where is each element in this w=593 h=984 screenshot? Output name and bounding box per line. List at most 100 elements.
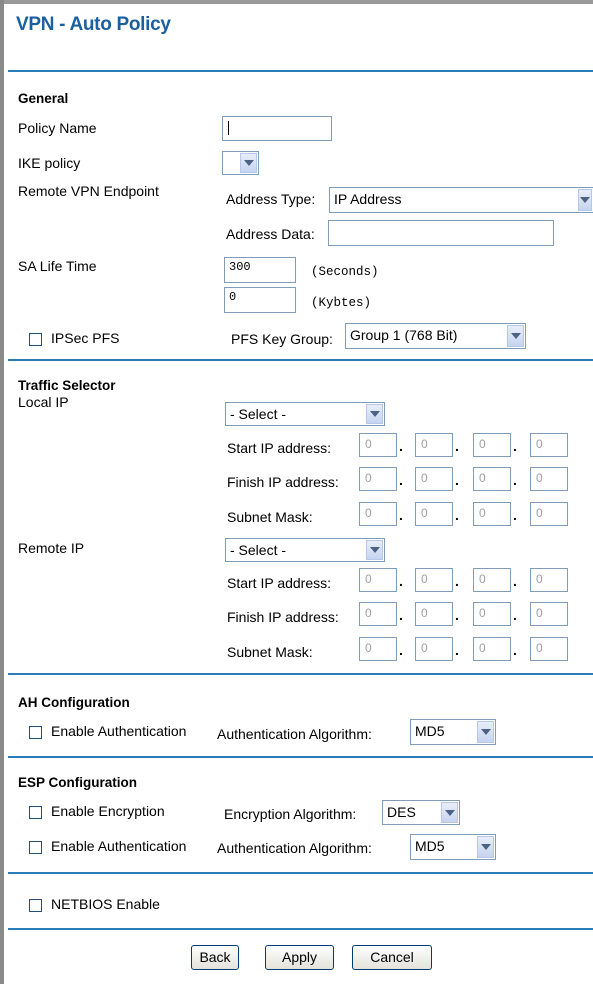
octet-separator: . (513, 573, 517, 589)
window-left-border (0, 0, 4, 984)
octet-separator: . (513, 472, 517, 488)
octet-separator: . (513, 642, 517, 658)
cancel-button[interactable]: Cancel (352, 945, 432, 970)
sa-life-time-label: SA Life Time (18, 258, 97, 274)
remote-finish-ip-octet-3[interactable]: 0 (473, 602, 511, 626)
ike-policy-select[interactable] (222, 151, 259, 175)
ah-enable-authentication-checkbox[interactable] (29, 726, 42, 739)
remote-start-ip-octet-1[interactable]: 0 (359, 568, 397, 592)
chevron-down-icon (578, 189, 592, 211)
text-caret (228, 121, 229, 135)
local-finish-ip-octet-3[interactable]: 0 (473, 467, 511, 491)
esp-encryption-algorithm-value: DES (387, 804, 416, 820)
address-data-input[interactable] (328, 220, 554, 246)
section-heading-general: General (18, 91, 69, 106)
policy-name-input[interactable] (222, 116, 332, 141)
octet-separator: . (399, 573, 403, 589)
sa-seconds-input[interactable]: 300 (224, 257, 296, 283)
remote-start-ip-label: Start IP address: (227, 575, 332, 591)
local-subnet-mask-octet-1[interactable]: 0 (359, 502, 397, 526)
chevron-down-icon (441, 802, 458, 823)
remote-finish-ip-octet-2[interactable]: 0 (415, 602, 453, 626)
esp-enable-authentication-label: Enable Authentication (51, 838, 187, 854)
address-data-label: Address Data: (226, 226, 315, 242)
remote-finish-ip-octet-4[interactable]: 0 (530, 602, 568, 626)
local-subnet-mask-label: Subnet Mask: (227, 509, 313, 525)
remote-subnet-mask-octet-2[interactable]: 0 (415, 637, 453, 661)
local-finish-ip-octet-2[interactable]: 0 (415, 467, 453, 491)
divider (8, 70, 593, 72)
remote-start-ip-octet-2[interactable]: 0 (415, 568, 453, 592)
remote-vpn-endpoint-label: Remote VPN Endpoint (18, 183, 159, 199)
sa-kbytes-value: 0 (229, 290, 237, 304)
netbios-enable-checkbox[interactable] (29, 899, 42, 912)
esp-enable-authentication-checkbox[interactable] (29, 841, 42, 854)
octet-separator: . (399, 642, 403, 658)
address-type-value: IP Address (334, 191, 402, 207)
sa-kbytes-unit: (Kybtes) (311, 296, 372, 310)
local-subnet-mask-octet-2[interactable]: 0 (415, 502, 453, 526)
pfs-key-group-label: PFS Key Group: (231, 331, 333, 347)
esp-enable-encryption-checkbox[interactable] (29, 806, 42, 819)
window-top-border (0, 0, 593, 4)
divider (8, 673, 593, 675)
section-heading-esp: ESP Configuration (18, 775, 138, 790)
local-start-ip-octet-1[interactable]: 0 (359, 433, 397, 457)
esp-authentication-algorithm-select[interactable]: MD5 (410, 834, 496, 860)
local-finish-ip-octet-4[interactable]: 0 (530, 467, 568, 491)
local-finish-ip-octet-1[interactable]: 0 (359, 467, 397, 491)
policy-name-label: Policy Name (18, 120, 97, 136)
address-type-select[interactable]: IP Address (329, 187, 593, 213)
divider (8, 872, 593, 874)
ipsec-pfs-checkbox[interactable] (29, 333, 42, 346)
local-ip-label: Local IP (18, 394, 69, 410)
octet-separator: . (399, 472, 403, 488)
divider (8, 928, 593, 930)
sa-kbytes-input[interactable]: 0 (224, 287, 296, 313)
section-heading-ah: AH Configuration (18, 695, 130, 710)
ah-authentication-algorithm-select[interactable]: MD5 (410, 719, 496, 745)
esp-enable-encryption-label: Enable Encryption (51, 803, 165, 819)
octet-separator: . (455, 472, 459, 488)
octet-separator: . (399, 438, 403, 454)
ah-authentication-algorithm-value: MD5 (415, 723, 445, 739)
ipsec-pfs-label: IPSec PFS (51, 330, 120, 346)
local-finish-ip-label: Finish IP address: (227, 474, 339, 490)
netbios-enable-label: NETBIOS Enable (51, 896, 160, 912)
local-start-ip-label: Start IP address: (227, 440, 332, 456)
remote-subnet-mask-octet-4[interactable]: 0 (530, 637, 568, 661)
local-subnet-mask-octet-4[interactable]: 0 (530, 502, 568, 526)
local-start-ip-octet-4[interactable]: 0 (530, 433, 568, 457)
octet-separator: . (455, 507, 459, 523)
ah-enable-authentication-label: Enable Authentication (51, 723, 187, 739)
remote-subnet-mask-label: Subnet Mask: (227, 644, 313, 660)
remote-subnet-mask-octet-3[interactable]: 0 (473, 637, 511, 661)
remote-finish-ip-octet-1[interactable]: 0 (359, 602, 397, 626)
chevron-down-icon (477, 721, 494, 743)
sa-seconds-value: 300 (229, 260, 251, 274)
local-start-ip-octet-2[interactable]: 0 (415, 433, 453, 457)
esp-encryption-algorithm-select[interactable]: DES (382, 800, 460, 825)
divider (8, 359, 593, 361)
back-button[interactable]: Back (191, 945, 239, 970)
local-subnet-mask-octet-3[interactable]: 0 (473, 502, 511, 526)
esp-authentication-algorithm-value: MD5 (415, 838, 445, 854)
remote-start-ip-octet-3[interactable]: 0 (473, 568, 511, 592)
remote-start-ip-octet-4[interactable]: 0 (530, 568, 568, 592)
local-ip-select[interactable]: - Select - (225, 402, 385, 426)
ah-authentication-algorithm-label: Authentication Algorithm: (217, 726, 372, 742)
octet-separator: . (513, 607, 517, 623)
octet-separator: . (455, 573, 459, 589)
chevron-down-icon (507, 325, 524, 347)
local-ip-select-value: - Select - (230, 406, 287, 422)
octet-separator: . (455, 642, 459, 658)
octet-separator: . (455, 438, 459, 454)
ike-policy-label: IKE policy (18, 155, 81, 171)
address-type-label: Address Type: (226, 191, 316, 207)
remote-ip-select[interactable]: - Select - (225, 538, 385, 562)
remote-subnet-mask-octet-1[interactable]: 0 (359, 637, 397, 661)
local-start-ip-octet-3[interactable]: 0 (473, 433, 511, 457)
remote-ip-select-value: - Select - (230, 542, 287, 558)
apply-button[interactable]: Apply (265, 945, 334, 970)
pfs-key-group-select[interactable]: Group 1 (768 Bit) (345, 323, 526, 349)
